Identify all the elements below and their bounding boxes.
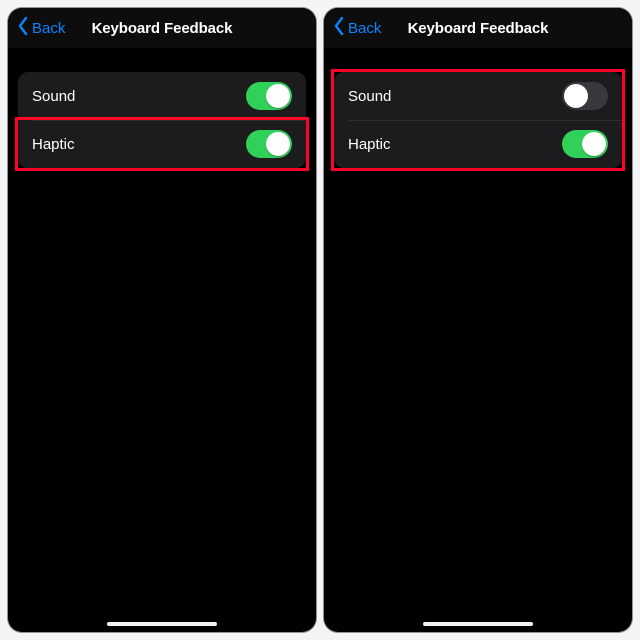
phone-right: Back Keyboard Feedback Sound Haptic: [324, 8, 632, 632]
toggle-haptic[interactable]: [246, 130, 292, 158]
back-button[interactable]: Back: [332, 16, 381, 40]
row-label-sound: Sound: [348, 88, 391, 105]
row-haptic: Haptic: [334, 120, 622, 168]
settings-group: Sound Haptic: [334, 72, 622, 168]
navbar: Back Keyboard Feedback: [8, 8, 316, 48]
settings-group: Sound Haptic: [18, 72, 306, 168]
row-sound: Sound: [334, 72, 622, 120]
row-sound: Sound: [18, 72, 306, 120]
row-label-haptic: Haptic: [32, 136, 75, 153]
settings-content: Sound Haptic: [324, 48, 632, 632]
back-label: Back: [32, 20, 65, 37]
home-indicator[interactable]: [423, 622, 533, 626]
toggle-haptic[interactable]: [562, 130, 608, 158]
home-indicator[interactable]: [107, 622, 217, 626]
row-label-haptic: Haptic: [348, 136, 391, 153]
back-button[interactable]: Back: [16, 16, 65, 40]
navbar: Back Keyboard Feedback: [324, 8, 632, 48]
chevron-left-icon: [332, 16, 346, 40]
row-haptic: Haptic: [18, 120, 306, 168]
row-label-sound: Sound: [32, 88, 75, 105]
back-label: Back: [348, 20, 381, 37]
toggle-sound[interactable]: [246, 82, 292, 110]
phone-left: Back Keyboard Feedback Sound Haptic: [8, 8, 316, 632]
settings-content: Sound Haptic: [8, 48, 316, 632]
chevron-left-icon: [16, 16, 30, 40]
toggle-sound[interactable]: [562, 82, 608, 110]
